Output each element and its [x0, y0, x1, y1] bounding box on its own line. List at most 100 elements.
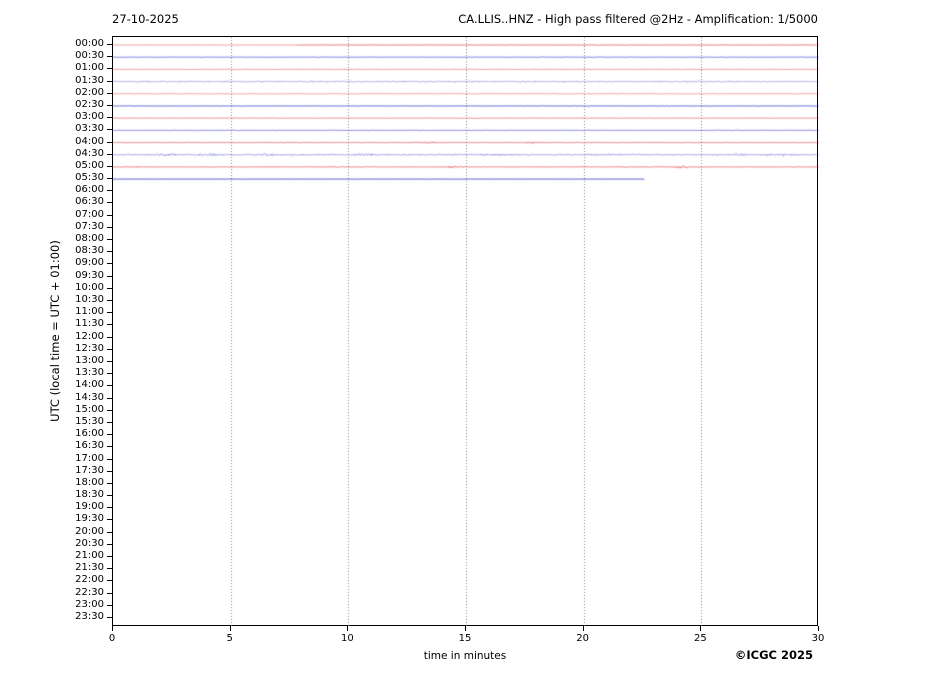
x-tick-label: 20: [576, 633, 590, 644]
x-tick-mark: [818, 626, 819, 631]
plot-title: CA.LLIS..HNZ - High pass filtered @2Hz -…: [458, 12, 818, 26]
y-tick-mark: [107, 434, 112, 436]
y-tick-label: 19:00: [75, 501, 104, 513]
y-tick-mark: [107, 92, 112, 94]
y-tick-label: 13:30: [75, 367, 104, 379]
y-tick-mark: [107, 495, 112, 497]
y-tick-mark: [107, 397, 112, 399]
y-tick-mark: [107, 556, 112, 558]
y-tick-label: 13:00: [75, 354, 104, 366]
x-tick-mark: [700, 626, 702, 631]
y-tick-label: 05:30: [75, 172, 104, 184]
y-tick-mark: [107, 421, 112, 423]
y-tick-mark: [107, 165, 112, 167]
x-tick-label: 5: [226, 633, 233, 644]
x-tick-label: 10: [340, 633, 354, 644]
y-tick-mark: [107, 141, 112, 143]
y-tick-label: 16:30: [75, 440, 104, 452]
y-tick-mark: [107, 226, 112, 228]
y-tick-mark: [107, 604, 112, 606]
y-tick-mark: [107, 178, 112, 180]
x-tick-label: 0: [108, 633, 116, 644]
y-tick-mark: [107, 543, 112, 545]
y-tick-mark: [107, 300, 112, 302]
y-tick-label: 15:00: [75, 403, 104, 415]
y-tick-mark: [107, 507, 112, 509]
y-tick-label: 08:30: [75, 245, 104, 257]
y-tick-label: 02:00: [75, 86, 104, 98]
y-tick-label: 10:00: [75, 281, 104, 293]
y-tick-mark: [107, 44, 112, 45]
y-tick-label: 16:00: [75, 428, 104, 440]
y-tick-label: 01:30: [75, 74, 104, 86]
y-tick-mark: [107, 336, 112, 338]
y-tick-mark: [107, 324, 112, 326]
x-tick-label: 30: [811, 633, 825, 644]
y-tick-mark: [107, 287, 112, 289]
copyright-label: ©ICGC 2025: [734, 648, 813, 662]
y-tick-label: 18:30: [75, 489, 104, 501]
y-tick-mark: [107, 80, 112, 82]
y-tick-label: 06:00: [75, 184, 104, 196]
y-tick-mark: [107, 251, 112, 253]
y-tick-mark: [107, 117, 112, 119]
y-tick-label: 06:30: [75, 196, 104, 208]
y-tick-mark: [107, 68, 112, 70]
y-tick-label: 00:30: [75, 50, 104, 62]
y-tick-label: 01:00: [75, 62, 104, 74]
y-tick-label: 09:00: [75, 257, 104, 269]
y-tick-mark: [107, 385, 112, 387]
y-tick-label: 07:30: [75, 220, 104, 232]
plot-area: [112, 36, 819, 627]
y-tick-label: 09:30: [75, 269, 104, 281]
y-tick-label: 08:00: [75, 233, 104, 245]
x-tick-mark: [582, 626, 584, 631]
helicorder-figure: 27-10-2025 CA.LLIS..HNZ - High pass filt…: [0, 0, 927, 696]
y-tick-label: 11:00: [75, 306, 104, 318]
x-tick-mark: [347, 626, 349, 631]
y-tick-label: 20:00: [75, 525, 104, 537]
y-tick-label: 02:30: [75, 98, 104, 110]
y-tick-label: 22:00: [75, 574, 104, 586]
y-tick-label: 07:00: [75, 208, 104, 220]
y-tick-mark: [107, 568, 112, 570]
x-tick-mark: [112, 626, 113, 631]
x-tick-label: 25: [693, 633, 707, 644]
y-tick-mark: [107, 214, 112, 216]
y-tick-label: 17:30: [75, 464, 104, 476]
y-tick-mark: [107, 592, 112, 594]
y-tick-mark: [107, 519, 112, 521]
y-tick-label: 22:30: [75, 586, 104, 598]
y-tick-mark: [107, 373, 112, 375]
x-tick-label: 15: [458, 633, 472, 644]
y-tick-mark: [107, 312, 112, 314]
y-tick-label: 05:00: [75, 159, 104, 171]
y-tick-mark: [107, 190, 112, 192]
y-tick-mark: [107, 580, 112, 582]
y-tick-label: 00:00: [75, 38, 104, 49]
y-tick-label: 21:00: [75, 550, 104, 562]
y-tick-label: 14:00: [75, 379, 104, 391]
y-tick-label: 12:30: [75, 342, 104, 354]
y-tick-label: 19:30: [75, 513, 104, 525]
y-tick-label: 03:00: [75, 111, 104, 123]
y-tick-mark: [107, 129, 112, 131]
y-tick-label: 20:30: [75, 537, 104, 549]
y-tick-mark: [107, 470, 112, 472]
x-tick-mark: [229, 626, 231, 631]
y-tick-mark: [107, 409, 112, 411]
y-tick-mark: [107, 446, 112, 448]
y-tick-label: 10:30: [75, 294, 104, 306]
y-tick-label: 23:00: [75, 598, 104, 610]
seismogram-canvas: [113, 37, 819, 627]
y-tick-mark: [107, 482, 112, 484]
y-tick-mark: [107, 458, 112, 460]
y-tick-mark: [107, 617, 112, 618]
y-tick-mark: [107, 56, 112, 58]
y-tick-label: 17:00: [75, 452, 104, 464]
y-tick-label: 03:30: [75, 123, 104, 135]
y-tick-label: 21:30: [75, 562, 104, 574]
y-tick-label: 15:30: [75, 415, 104, 427]
y-tick-label: 04:30: [75, 147, 104, 159]
y-tick-mark: [107, 275, 112, 277]
